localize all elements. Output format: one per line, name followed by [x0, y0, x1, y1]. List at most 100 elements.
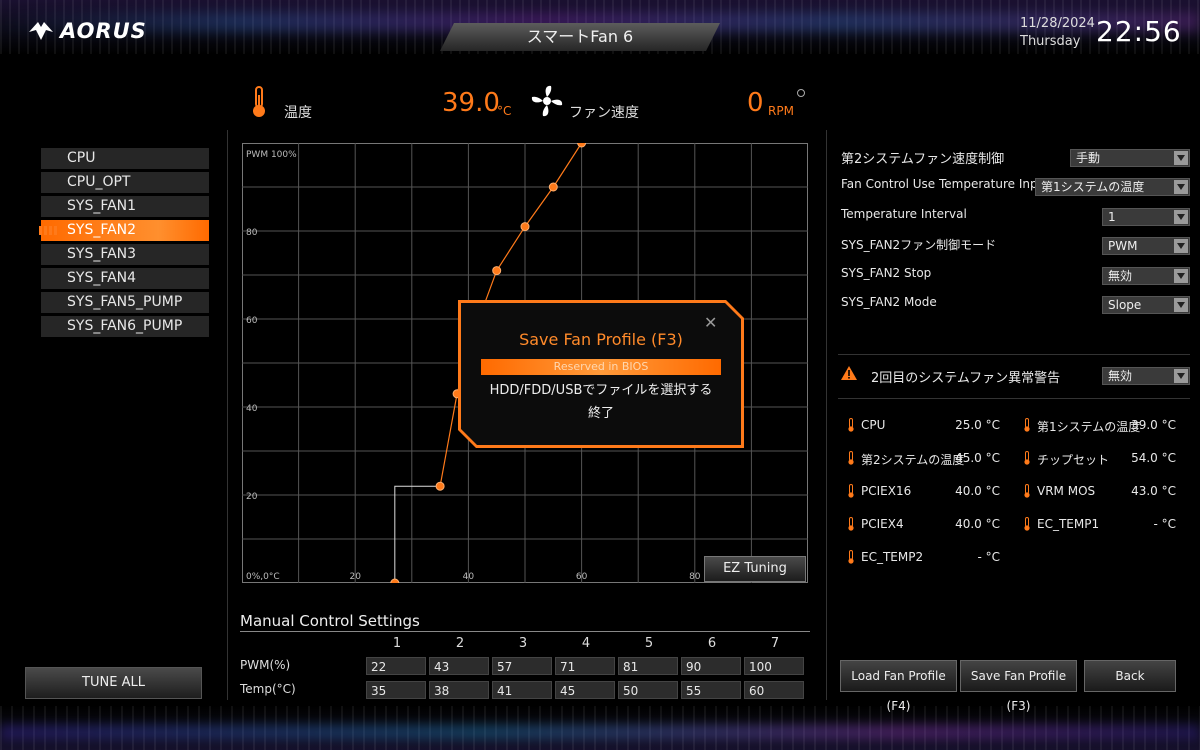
temp-sensor-name: EC_TEMP1 [1037, 517, 1100, 531]
setting-dropdown[interactable]: Slope [1102, 296, 1190, 314]
curve-point[interactable] [548, 182, 558, 192]
temp-sensor-name: VRM MOS [1037, 484, 1096, 498]
setting-value: PWM [1108, 239, 1138, 253]
temp-value-field[interactable]: 35 [366, 681, 426, 699]
manual-settings-title: Manual Control Settings [240, 612, 420, 630]
thermometer-icon [1024, 484, 1030, 498]
fan-item-sys-fan5-pump[interactable]: SYS_FAN5_PUMP [41, 292, 209, 313]
right-separator-bottom [838, 398, 1190, 399]
point-column-header: 5 [644, 636, 654, 651]
temp-value-field[interactable]: 41 [492, 681, 552, 699]
close-icon[interactable]: ✕ [704, 313, 717, 332]
pwm-value-field[interactable]: 90 [681, 657, 741, 675]
temp-sensor-value: 40.0 °C [955, 517, 1000, 531]
setting-label: 第2システムファン速度制御 [841, 152, 1005, 167]
fan-fail-warning-value: 無効 [1108, 369, 1133, 383]
temperature-value: 39.0 [442, 88, 500, 118]
thermometer-icon [1024, 517, 1030, 531]
setting-dropdown[interactable]: PWM [1102, 237, 1190, 255]
point-column-header: 2 [455, 636, 465, 651]
fan-item-sys-fan1[interactable]: SYS_FAN1 [41, 196, 209, 217]
fan-item-sys-fan4[interactable]: SYS_FAN4 [41, 268, 209, 289]
pwm-value-field[interactable]: 81 [618, 657, 678, 675]
tune-all-button[interactable]: TUNE ALL [25, 667, 202, 699]
warning-icon [841, 366, 857, 380]
fan-item-sys-fan3[interactable]: SYS_FAN3 [41, 244, 209, 265]
temp-sensor-value: 40.0 °C [955, 484, 1000, 498]
thermometer-icon [848, 451, 854, 465]
aorus-logo: AORUS [28, 16, 147, 46]
setting-label: Temperature Interval [841, 207, 967, 221]
chevron-down-icon [1174, 210, 1188, 224]
curve-start-segment [394, 485, 441, 583]
chevron-down-icon [1174, 269, 1188, 283]
save-fan-profile-button[interactable]: Save Fan Profile (F3) [960, 660, 1077, 713]
setting-label: SYS_FAN2ファン制御モード [841, 238, 997, 252]
ez-tuning-button[interactable]: EZ Tuning [704, 556, 806, 582]
thermometer-icon [848, 484, 854, 498]
dialog-option[interactable]: 終了 [481, 404, 721, 424]
dialog-option[interactable]: Reserved in BIOS [481, 359, 721, 375]
curve-point[interactable] [520, 222, 530, 232]
point-column-header: 3 [518, 636, 528, 651]
temp-value-field[interactable]: 55 [681, 681, 741, 699]
x-tick-label: 60 [576, 572, 588, 582]
temp-row-label: Temp(°C) [240, 682, 296, 696]
temp-sensor-value: - °C [977, 550, 1000, 564]
temp-value-field[interactable]: 50 [618, 681, 678, 699]
temp-sensor-name: EC_TEMP2 [861, 550, 924, 564]
temp-value-field[interactable]: 45 [555, 681, 615, 699]
curve-point[interactable] [577, 143, 587, 148]
fan-item-sys-fan2[interactable]: SYS_FAN2 [39, 220, 209, 241]
temp-sensor-name: PCIEX16 [861, 484, 912, 498]
dialog-option[interactable]: HDD/FDD/USBでファイルを選択する [481, 381, 721, 401]
thermometer-icon [1024, 418, 1030, 432]
fan-item-sys-fan6-pump[interactable]: SYS_FAN6_PUMP [41, 316, 209, 337]
setting-value: 1 [1108, 210, 1116, 224]
curve-point[interactable] [435, 481, 445, 491]
thermometer-icon [848, 418, 854, 432]
day-text: Thursday [1020, 34, 1081, 49]
load-fan-profile-button[interactable]: Load Fan Profile (F4) [840, 660, 957, 713]
y-axis-top-label: PWM 100% [246, 150, 297, 160]
point-column-header: 7 [770, 636, 780, 651]
pwm-value-field[interactable]: 100 [744, 657, 804, 675]
thermometer-icon [1024, 451, 1030, 465]
fan-selector-list: CPU CPU_OPT SYS_FAN1 SYS_FAN2 SYS_FAN3 SYS_FA… [39, 148, 209, 340]
setting-dropdown[interactable]: 第1システムの温度 [1035, 178, 1190, 196]
fan-item-cpu[interactable]: CPU [41, 148, 209, 169]
pwm-value-field[interactable]: 57 [492, 657, 552, 675]
setting-dropdown[interactable]: 1 [1102, 208, 1190, 226]
fan-fail-warning-dropdown[interactable]: 無効 [1102, 367, 1190, 385]
setting-label: SYS_FAN2 Mode [841, 295, 937, 309]
settings-icon[interactable] [797, 89, 805, 97]
dialog-title: Save Fan Profile (F3) [519, 330, 683, 349]
setting-value: 無効 [1108, 269, 1133, 283]
right-separator-top [838, 354, 1190, 355]
temp-sensor-value: 45.0 °C [955, 451, 1000, 465]
y-tick-label: 20 [246, 492, 258, 502]
temp-value-field[interactable]: 60 [744, 681, 804, 699]
temp-sensor-value: 25.0 °C [955, 418, 1000, 432]
curve-point[interactable] [390, 578, 400, 583]
x-tick-label: 80 [689, 572, 701, 582]
back-button[interactable]: Back [1084, 660, 1176, 692]
point-column-header: 4 [581, 636, 591, 651]
thermometer-icon [848, 517, 854, 531]
setting-dropdown[interactable]: 無効 [1102, 267, 1190, 285]
x-tick-label: 20 [349, 572, 361, 582]
setting-dropdown[interactable]: 手動 [1070, 149, 1190, 167]
thermometer-icon [253, 86, 265, 117]
fan-item-cpu-opt[interactable]: CPU_OPT [41, 172, 209, 193]
chevron-down-icon [1174, 369, 1188, 383]
pwm-value-field[interactable]: 22 [366, 657, 426, 675]
pwm-value-field[interactable]: 43 [429, 657, 489, 675]
page-title: スマートFan 6 [440, 23, 720, 51]
temp-sensor-value: 43.0 °C [1131, 484, 1176, 498]
point-column-header: 6 [707, 636, 717, 651]
curve-point[interactable] [492, 266, 502, 276]
chevron-down-icon [1174, 180, 1188, 194]
temp-sensor-value: 39.0 °C [1131, 418, 1176, 432]
pwm-value-field[interactable]: 71 [555, 657, 615, 675]
temp-value-field[interactable]: 38 [429, 681, 489, 699]
